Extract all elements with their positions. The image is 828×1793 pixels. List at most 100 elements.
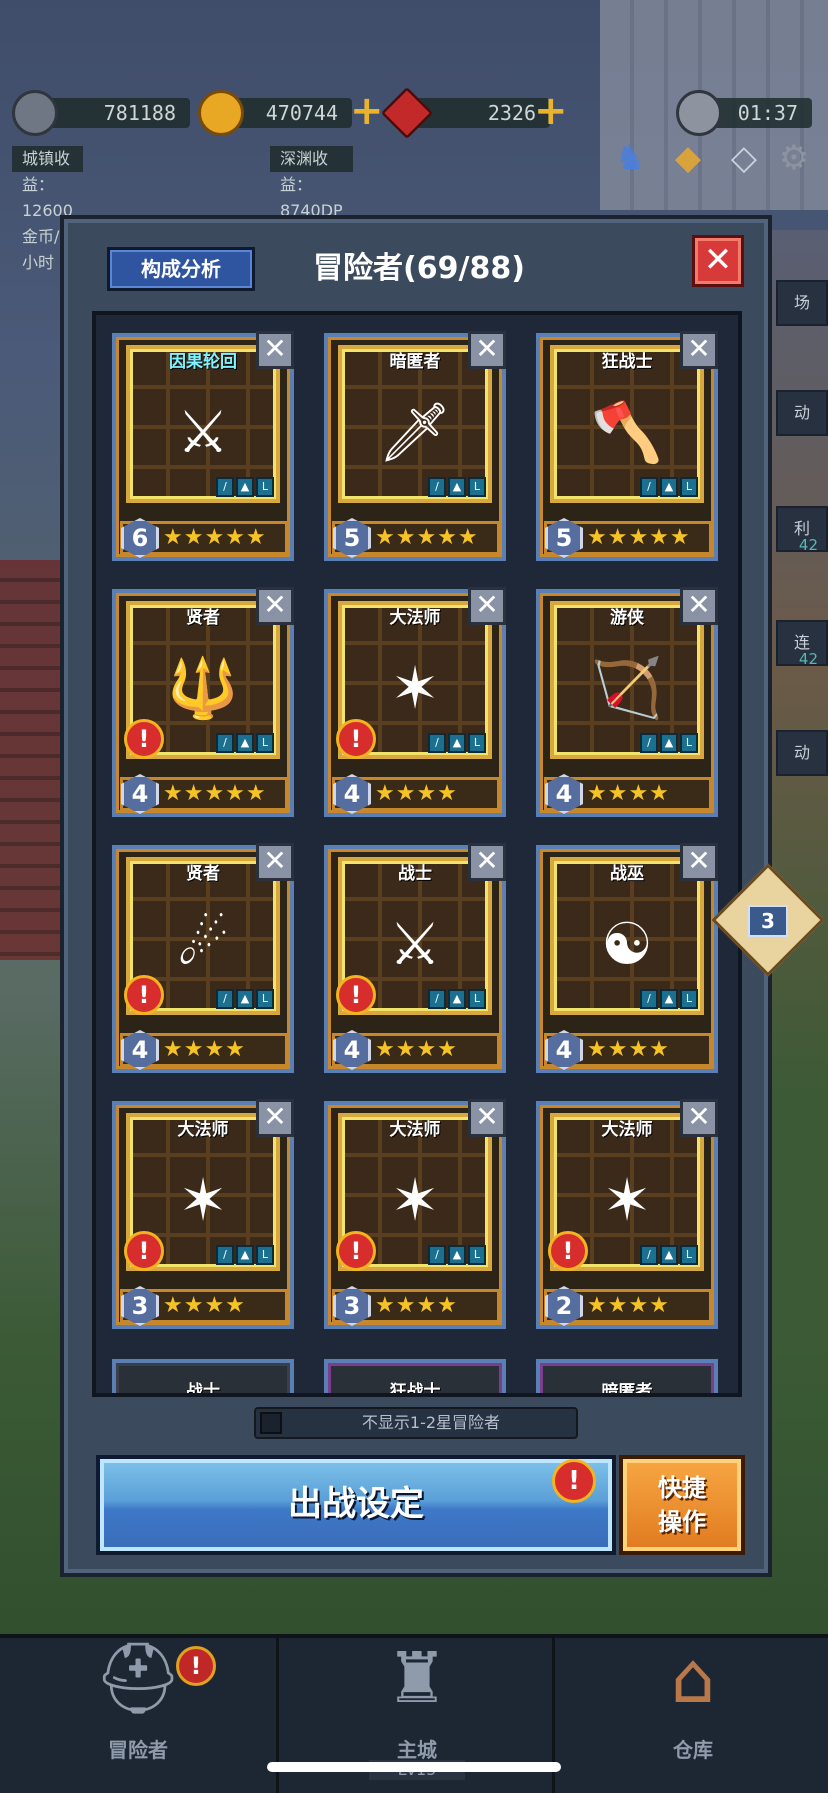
- warehouse-icon: ⌂: [670, 1637, 716, 1719]
- armor-icon: ▲: [660, 1245, 678, 1265]
- armor-icon: ▲: [236, 477, 254, 497]
- card-name: 暗匿者: [389, 352, 441, 372]
- adventurer-card[interactable]: 大法师 ✕ ✶ / ▲ L ! 4 ★★★★: [324, 587, 506, 817]
- clock-icon: [676, 90, 722, 136]
- adventurer-card-partial[interactable]: 暗匿者: [536, 1359, 718, 1393]
- adventurer-card[interactable]: 大法师 ✕ ✶ / ▲ L ! 3 ★★★★: [324, 1099, 506, 1329]
- home-indicator[interactable]: [267, 1762, 561, 1772]
- level-badge: 2: [545, 1286, 583, 1326]
- star-rating: ★★★★: [587, 781, 670, 806]
- adventurer-avatar: ✶: [390, 654, 440, 722]
- knight-helmet-icon: ⛑: [93, 1637, 183, 1719]
- side-tag[interactable]: 动: [776, 390, 828, 436]
- composition-analysis-button[interactable]: 构成分析: [107, 247, 255, 291]
- equipment-slots: / ▲ L: [216, 1245, 274, 1265]
- equipment-slots: / ▲ L: [428, 477, 486, 497]
- add-gem-button[interactable]: +: [534, 91, 568, 131]
- dismiss-icon[interactable]: ✕: [680, 1099, 718, 1137]
- adventurer-avatar: ✶: [390, 1166, 440, 1234]
- equipment-slots: / ▲ L: [428, 989, 486, 1009]
- level-badge: 4: [333, 1030, 371, 1070]
- card-name: 游侠: [610, 608, 644, 628]
- compass-icon[interactable]: ◇: [720, 134, 768, 182]
- adventurer-grid[interactable]: 因果轮回 ✕ ⚔ / ▲ L 6 ★★★★★ 暗匿者 ✕ 🗡 / ▲ L 5 ★…: [92, 311, 742, 1397]
- adventurer-card[interactable]: 战士 ✕ ⚔ / ▲ L ! 4 ★★★★: [324, 843, 506, 1073]
- level-badge: 5: [333, 518, 371, 558]
- star-rating: ★★★★: [163, 1293, 246, 1318]
- adventurer-avatar: 🏹: [590, 654, 664, 722]
- nav-adventurers[interactable]: ⛑ ! 冒险者: [0, 1637, 276, 1793]
- star-rating: ★★★★: [375, 781, 458, 806]
- armor-icon: ▲: [660, 989, 678, 1009]
- weapon-icon: /: [640, 989, 658, 1009]
- dismiss-icon[interactable]: ✕: [468, 331, 506, 369]
- dismiss-icon[interactable]: ✕: [256, 331, 294, 369]
- adventurer-card[interactable]: 贤者 ✕ ☄ / ▲ L ! 4 ★★★★: [112, 843, 294, 1073]
- resource-bar: 781188 470744 + 2326 + 01:37: [0, 86, 828, 140]
- card-name: 战士: [398, 864, 432, 884]
- side-value: 42: [798, 650, 818, 668]
- hide-low-star-toggle[interactable]: 不显示1-2星冒险者: [254, 1407, 578, 1439]
- side-badge-count: 3: [748, 905, 788, 937]
- adventurer-avatar: ⚔: [177, 398, 229, 466]
- boots-icon: L: [680, 733, 698, 753]
- alert-icon: !: [176, 1646, 216, 1686]
- adventurer-avatar: ✶: [602, 1166, 652, 1234]
- gear-icon[interactable]: ⚙: [770, 134, 818, 182]
- weapon-icon: /: [428, 733, 446, 753]
- dismiss-icon[interactable]: ✕: [468, 843, 506, 881]
- card-name: 大法师: [177, 1120, 229, 1140]
- adventurer-card[interactable]: 大法师 ✕ ✶ / ▲ L ! 2 ★★★★: [536, 1099, 718, 1329]
- dismiss-icon[interactable]: ✕: [256, 1099, 294, 1137]
- quick-action-button[interactable]: 快捷 操作: [619, 1455, 745, 1555]
- card-rank-bar: 4 ★★★★: [120, 1030, 288, 1070]
- adventurer-card[interactable]: 狂战士 ✕ 🪓 / ▲ L 5 ★★★★★: [536, 331, 718, 561]
- add-gold-button[interactable]: +: [350, 91, 384, 131]
- adventurer-card[interactable]: 战巫 ✕ ☯ / ▲ L 4 ★★★★: [536, 843, 718, 1073]
- level-badge: 4: [121, 1030, 159, 1070]
- dismiss-icon[interactable]: ✕: [680, 587, 718, 625]
- nav-label: 冒险者: [108, 1738, 168, 1762]
- alert-icon: !: [124, 975, 164, 1015]
- card-name: 大法师: [601, 1120, 653, 1140]
- weapon-icon: /: [640, 733, 658, 753]
- adventurer-card[interactable]: 游侠 ✕ 🏹 / ▲ L 4 ★★★★: [536, 587, 718, 817]
- card-name: 因果轮回: [169, 352, 237, 372]
- card-rank-bar: 4 ★★★★: [332, 774, 500, 814]
- battle-settings-button[interactable]: 出战设定: [96, 1455, 616, 1555]
- dismiss-icon[interactable]: ✕: [468, 1099, 506, 1137]
- equipment-slots: / ▲ L: [640, 1245, 698, 1265]
- quick-label-line1: 快捷: [658, 1474, 706, 1502]
- close-button[interactable]: ✕: [692, 235, 744, 287]
- side-tag[interactable]: 动: [776, 730, 828, 776]
- adventurer-modal: 构成分析 冒险者(69/88) ✕ 因果轮回 ✕ ⚔ / ▲ L 6 ★★★★★…: [60, 215, 772, 1577]
- adventurer-card-partial[interactable]: 战士: [112, 1359, 294, 1393]
- armor-icon: ▲: [448, 477, 466, 497]
- dismiss-icon[interactable]: ✕: [468, 587, 506, 625]
- equipment-slots: / ▲ L: [428, 1245, 486, 1265]
- toggle-checkbox[interactable]: [260, 1412, 282, 1434]
- card-name: 贤者: [186, 608, 220, 628]
- adventurer-card[interactable]: 因果轮回 ✕ ⚔ / ▲ L 6 ★★★★★: [112, 331, 294, 561]
- card-name: 狂战士: [601, 352, 653, 372]
- side-tag[interactable]: 场: [776, 280, 828, 326]
- chest-icon[interactable]: ◆: [664, 134, 712, 182]
- castle-icon: ♜: [385, 1637, 449, 1719]
- adventurer-card[interactable]: 贤者 ✕ 🔱 / ▲ L ! 4 ★★★★★: [112, 587, 294, 817]
- weapon-icon: /: [428, 477, 446, 497]
- alert-icon: !: [124, 719, 164, 759]
- alert-icon: !: [336, 719, 376, 759]
- star-rating: ★★★★: [587, 1293, 670, 1318]
- adventurer-card-partial[interactable]: 狂战士: [324, 1359, 506, 1393]
- monster-icon[interactable]: ♞: [606, 134, 654, 182]
- nav-warehouse[interactable]: ⌂ 仓库: [552, 1637, 828, 1793]
- adventurer-card[interactable]: 暗匿者 ✕ 🗡 / ▲ L 5 ★★★★★: [324, 331, 506, 561]
- weapon-icon: /: [428, 1245, 446, 1265]
- gold-coin-icon: [198, 90, 244, 136]
- dismiss-icon[interactable]: ✕: [680, 331, 718, 369]
- adventurer-card[interactable]: 大法师 ✕ ✶ / ▲ L ! 3 ★★★★: [112, 1099, 294, 1329]
- dismiss-icon[interactable]: ✕: [256, 587, 294, 625]
- dismiss-icon[interactable]: ✕: [680, 843, 718, 881]
- dismiss-icon[interactable]: ✕: [256, 843, 294, 881]
- adventurer-avatar: ☄: [177, 910, 229, 978]
